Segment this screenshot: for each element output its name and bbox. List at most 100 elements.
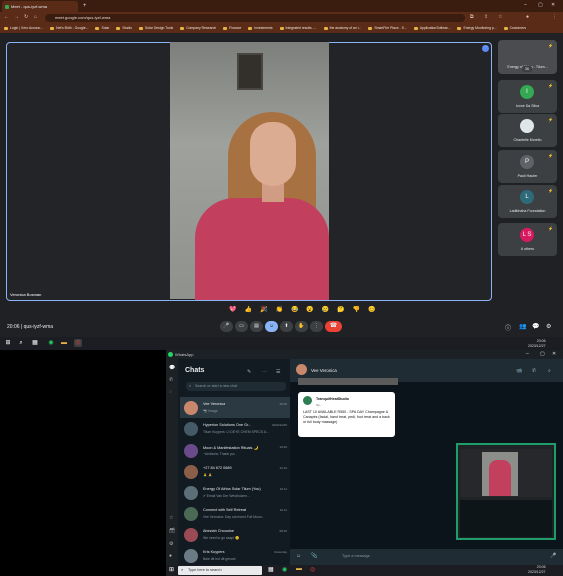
voice-call-icon[interactable]: ✆ <box>532 368 536 374</box>
bookmark-item[interactable]: Investments <box>248 26 273 30</box>
reaction-emoji[interactable]: 🎉 <box>260 306 267 316</box>
settings-nav-icon[interactable]: ⚙ <box>169 541 173 547</box>
whatsapp-taskbar-icon[interactable]: ◉ <box>47 339 55 347</box>
chat-list-item[interactable]: Hyperion Solutions One Gr... Tilum Kuyper… <box>180 418 290 439</box>
back-icon[interactable]: ← <box>4 13 9 22</box>
chat-list-item[interactable]: +27 84 672 0689 🙏 🙏 12:12 <box>180 461 290 482</box>
address-bar[interactable]: meet.google.com/qus-iyzf-wma <box>45 14 465 22</box>
file-explorer-icon-bottom[interactable]: ▬ <box>296 566 302 572</box>
info-icon[interactable]: ⓘ <box>505 323 511 332</box>
bookmark-item[interactable]: SmartFire Place - S... <box>368 26 407 30</box>
participant-tile[interactable]: ⚡ I Ivone Da Silva <box>498 80 557 113</box>
maximize-icon[interactable]: ▢ <box>538 2 543 8</box>
bookmark-item[interactable]: the anatomy of an i... <box>323 26 361 30</box>
emoji-icon[interactable]: ☺ <box>296 553 301 559</box>
bookmark-item[interactable]: Login | Xero Accoun... <box>4 26 43 30</box>
share-icon[interactable]: ⇪ <box>484 13 488 22</box>
chat-list-item[interactable]: Vee Veronica 📷 Image 20:06 <box>180 397 290 418</box>
profile-icon[interactable]: ● <box>526 13 529 22</box>
bookmark-item[interactable]: Energy Monitoring p... <box>457 26 497 30</box>
close-icon[interactable]: ✕ <box>551 2 555 8</box>
reaction-emoji[interactable]: 😮 <box>306 306 313 316</box>
bookmark-item[interactable]: Customers <box>503 26 526 30</box>
browser-menu-icon[interactable]: ⋮ <box>552 13 557 22</box>
bookmark-item[interactable]: Solar Design Tools <box>138 26 173 30</box>
contact-avatar[interactable] <box>296 364 307 375</box>
new-chat-icon[interactable]: ✎ <box>247 369 251 375</box>
mic-button[interactable]: 🎤 <box>220 321 233 332</box>
calls-nav-icon[interactable]: ✆ <box>169 377 173 383</box>
video-options-icon[interactable]: ⋯ <box>482 45 489 52</box>
participant-tile[interactable]: ⚡ P Paoli Hauter <box>498 150 557 183</box>
chat-list-item[interactable]: Moon & Manifestation Rituals 🌙 ~Andiscia:… <box>180 440 290 461</box>
chrome-taskbar-icon-bottom[interactable]: ◎ <box>310 566 315 573</box>
reaction-emoji[interactable]: 🤔 <box>337 306 344 316</box>
bookmark-item[interactable]: Net's Birth - Google... <box>50 26 88 30</box>
forward-icon[interactable]: → <box>14 13 19 22</box>
windows-start-icon[interactable]: ⊞ <box>4 339 12 347</box>
browser-tab-active[interactable]: Meet - qus-iyzf-wma <box>2 1 78 12</box>
taskbar-search-input[interactable]: Type here to search <box>178 566 262 575</box>
present-button[interactable]: ⬆ <box>280 321 293 332</box>
chat-list-item[interactable]: Abeziah Chouoloe We need to go asap! 😊 08:… <box>180 524 290 545</box>
wa-maximize-icon[interactable]: ▢ <box>540 351 545 357</box>
bookmark-item[interactable]: Integrated results -... <box>279 26 317 30</box>
reaction-emoji[interactable]: 😂 <box>291 306 298 316</box>
reaction-emoji[interactable]: 👏 <box>275 306 282 316</box>
reaction-emoji[interactable]: 😊 <box>368 306 375 316</box>
emoji-button[interactable]: ☺ <box>265 321 278 332</box>
chrome-taskbar-icon[interactable]: ◎ <box>74 339 82 347</box>
status-nav-icon[interactable]: ◌ <box>169 389 172 395</box>
bookmark-item[interactable]: ApplicationSoftwar... <box>413 26 450 30</box>
wa-close-icon[interactable]: ✕ <box>552 351 556 357</box>
chat-list-item[interactable]: Kris Kuypers Baie dit hot dit gevoel. Yest… <box>180 545 290 565</box>
video-call-icon[interactable]: 📹 <box>516 368 522 374</box>
wa-minimize-icon[interactable]: – <box>526 351 529 357</box>
filter-icon[interactable]: ☰ <box>276 369 280 375</box>
home-icon[interactable]: ⌂ <box>34 13 37 22</box>
profile-nav-icon[interactable]: ● <box>169 553 172 559</box>
reaction-emoji[interactable]: 👎 <box>353 306 360 316</box>
conversation-search-icon[interactable]: ⌕ <box>548 368 551 374</box>
bookmark-item[interactable]: Company Research <box>180 26 216 30</box>
windows-start-icon-bottom[interactable]: ⊞ <box>169 566 174 573</box>
new-tab-button[interactable]: + <box>83 2 87 10</box>
more-options-button[interactable]: ⋮ <box>310 321 323 332</box>
bookmark-item[interactable]: Solar <box>95 26 109 30</box>
bookmark-item[interactable]: Finance <box>223 26 241 30</box>
reaction-emoji[interactable]: 😢 <box>322 306 329 316</box>
participant-tile[interactable]: ⚡ L S 6 others <box>498 223 557 256</box>
reload-icon[interactable]: ↻ <box>24 13 28 22</box>
starred-nav-icon[interactable]: ☆ <box>169 515 173 521</box>
reaction-emoji[interactable]: 👍 <box>244 306 251 316</box>
attach-icon[interactable]: 📎 <box>311 553 317 559</box>
raise-hand-button[interactable]: ✋ <box>295 321 308 332</box>
activities-icon[interactable]: ⚙ <box>546 323 551 330</box>
extensions-icon[interactable]: ⧉ <box>470 13 474 22</box>
captions-button[interactable]: ▤ <box>250 321 263 332</box>
chat-menu-icon[interactable]: ⋯ <box>262 369 267 375</box>
chat-search-input[interactable]: Search or start a new chat <box>186 382 286 391</box>
whatsapp-taskbar-icon-bottom[interactable]: ◉ <box>282 566 287 573</box>
message-input[interactable]: Type a message <box>322 552 542 561</box>
bookmark-star-icon[interactable]: ☆ <box>498 13 502 22</box>
participant-tile[interactable]: ⚡ Chantelle Morello <box>498 114 557 147</box>
bookmark-item[interactable]: Studio <box>116 26 132 30</box>
chat-icon[interactable]: 💬 <box>532 323 539 330</box>
minimize-icon[interactable]: – <box>524 2 527 8</box>
task-view-icon-bottom[interactable]: ▦ <box>268 566 274 573</box>
camera-button[interactable]: ▭ <box>235 321 248 332</box>
search-icon[interactable]: ⌕ <box>17 339 25 347</box>
reaction-emoji[interactable]: 💖 <box>229 306 236 316</box>
task-view-icon[interactable]: ▦ <box>31 339 39 347</box>
chats-nav-icon[interactable]: 💬 <box>169 365 175 371</box>
contact-name[interactable]: Vee Veronica <box>311 368 337 373</box>
file-explorer-icon[interactable]: ▬ <box>60 339 68 347</box>
people-icon[interactable]: 👥 <box>519 323 526 330</box>
end-call-button[interactable]: ☎ <box>325 321 342 332</box>
mic-record-icon[interactable]: 🎤 <box>550 553 556 559</box>
archive-nav-icon[interactable]: 🗃 <box>169 528 175 534</box>
chat-list-item[interactable]: Connect with Self Retreat Vee Veronica: D… <box>180 503 290 524</box>
chat-list-item[interactable]: Energy Of Africa Solar Tilum (You) ✔ Emai… <box>180 482 290 503</box>
participant-tile[interactable]: ⚡ L Ladibhaha Foundation <box>498 185 557 218</box>
